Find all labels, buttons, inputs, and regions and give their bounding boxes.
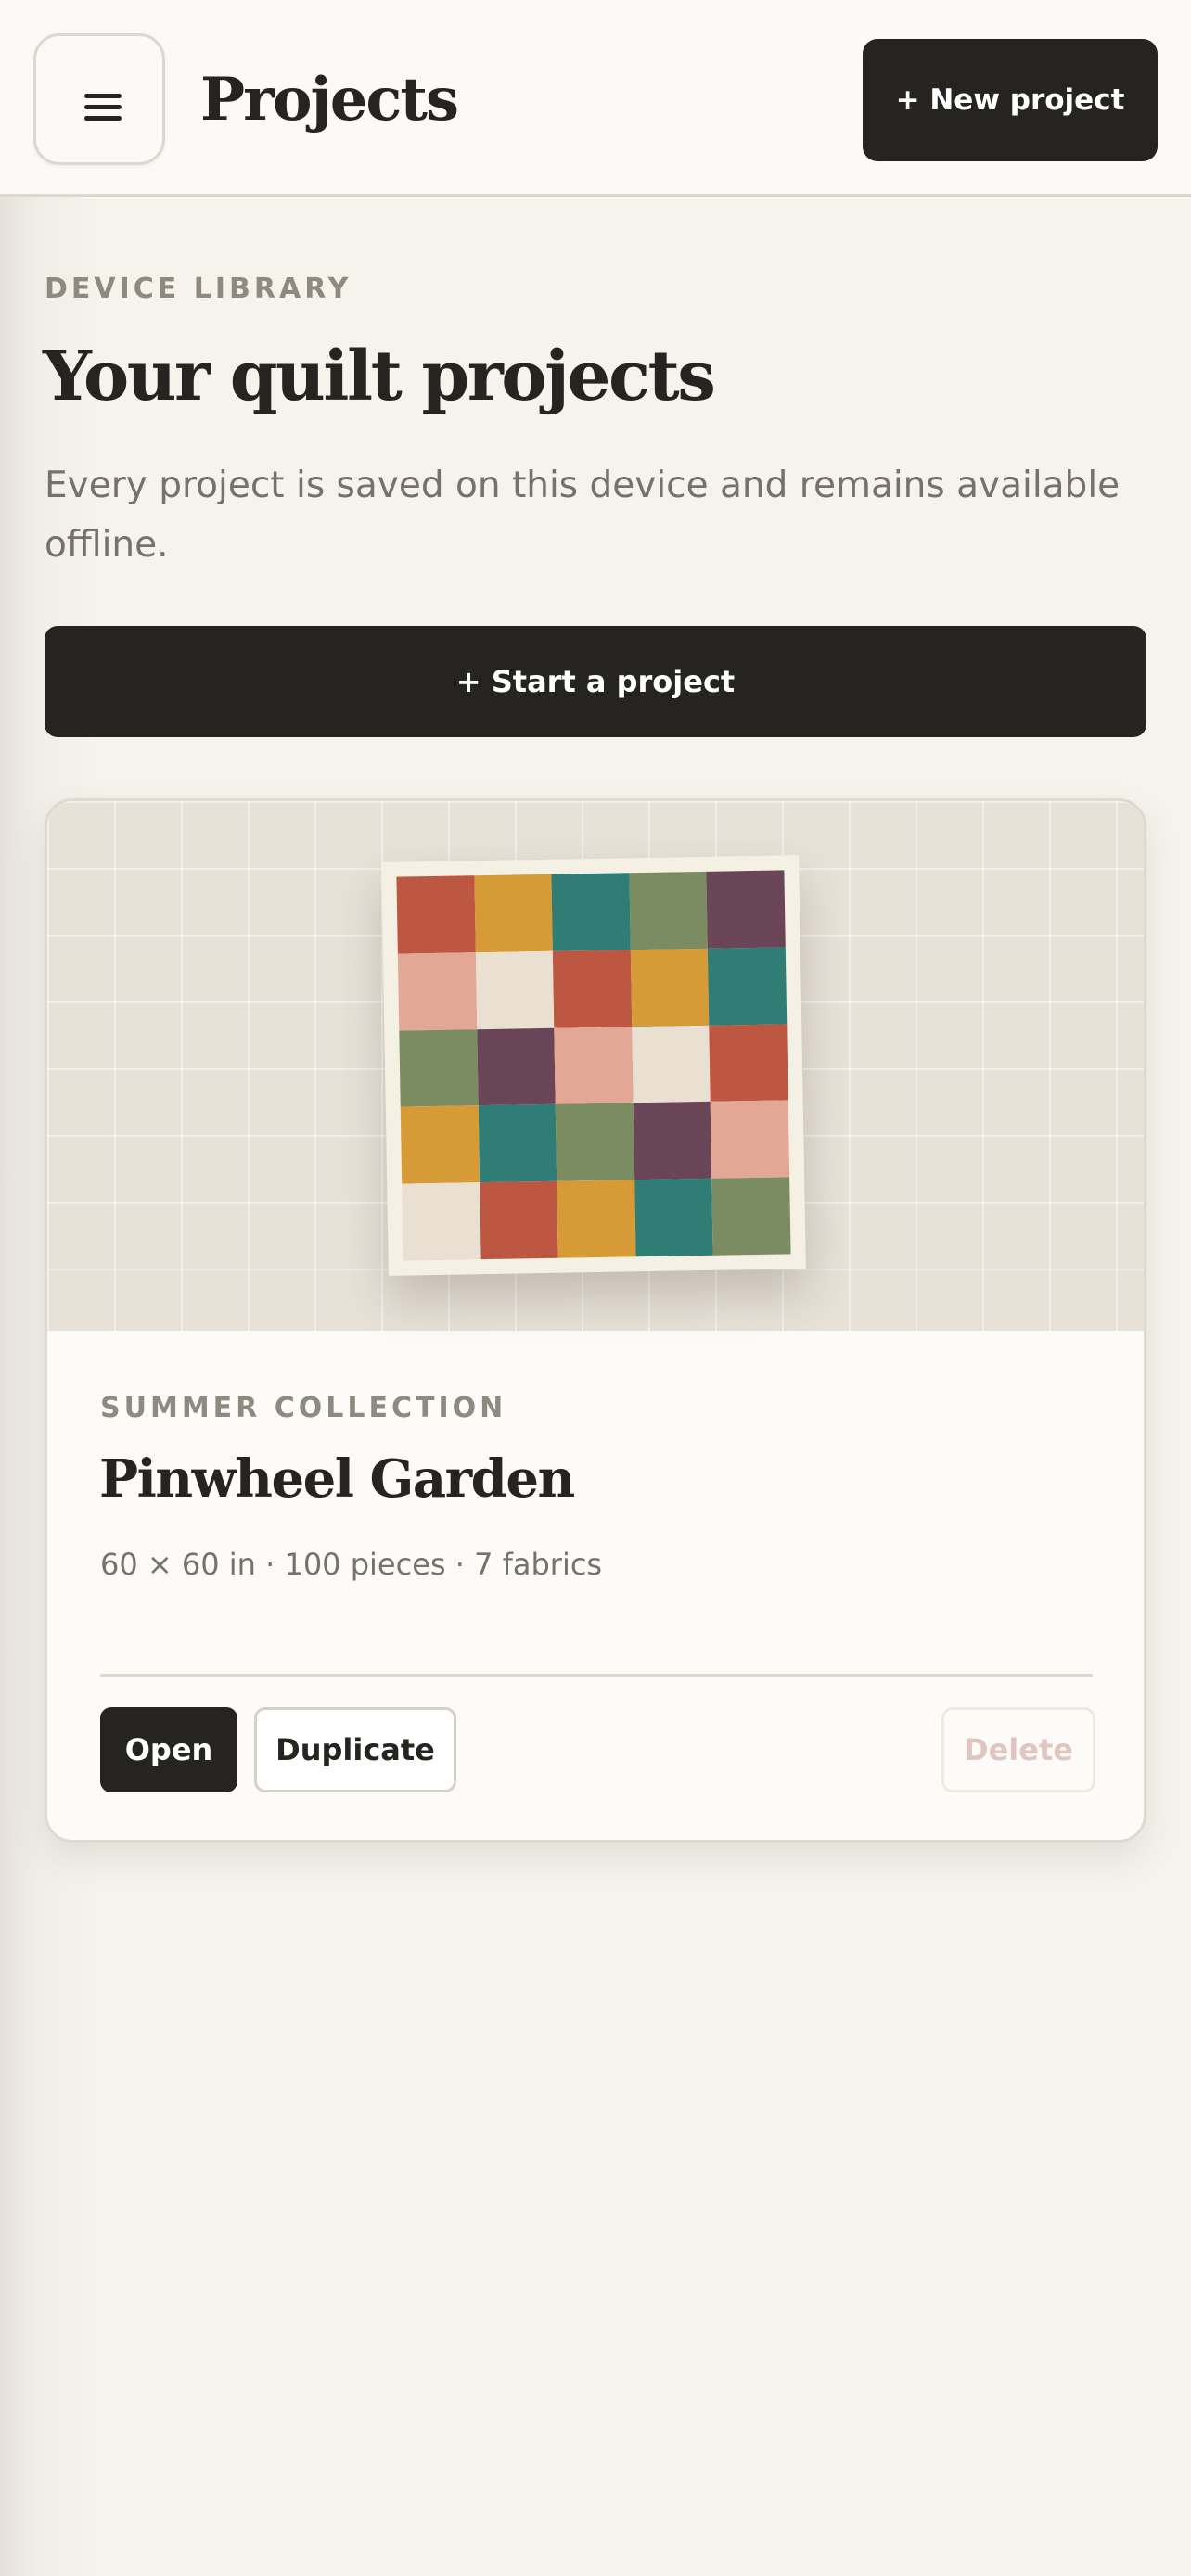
quilt-patch [475, 950, 555, 1029]
delete-button[interactable]: Delete [941, 1707, 1095, 1792]
quilt-patch [711, 1100, 790, 1179]
project-collection: SUMMER COLLECTION [100, 1392, 507, 1424]
start-project-button[interactable]: + Start a project [45, 626, 1146, 737]
quilt-patch [633, 1102, 712, 1180]
section-heading: Your quilt projects [43, 337, 716, 416]
menu-icon [84, 94, 122, 98]
project-name: Pinwheel Garden [99, 1448, 575, 1510]
duplicate-button[interactable]: Duplicate [254, 1707, 456, 1792]
card-divider [100, 1674, 1093, 1677]
quilt-patch [711, 1177, 791, 1256]
quilt-patch [396, 875, 476, 954]
quilt-preview [47, 801, 1144, 1331]
quilt-patch [554, 1026, 634, 1105]
project-meta: 60 × 60 in · 100 pieces · 7 fabrics [100, 1547, 603, 1582]
quilt-patch [476, 1027, 556, 1106]
menu-button[interactable] [33, 33, 165, 165]
menu-icon-bar [84, 105, 122, 109]
quilt-patch [479, 1180, 558, 1260]
open-button[interactable]: Open [100, 1707, 237, 1792]
quilt-thumbnail [381, 855, 806, 1276]
new-project-button[interactable]: + New project [863, 39, 1158, 161]
quilt-patch [706, 870, 786, 949]
quilt-patch [632, 1025, 711, 1103]
quilt-patch [557, 1180, 636, 1258]
quilt-patch [630, 948, 710, 1027]
project-card-body: SUMMER COLLECTION Pinwheel Garden 60 × 6… [47, 1331, 1144, 1840]
quilt-patch [474, 874, 554, 953]
quilt-patch [399, 1028, 479, 1108]
quilt-patch [551, 873, 631, 951]
section-eyebrow: DEVICE LIBRARY [45, 273, 352, 305]
quilt-patch [555, 1103, 634, 1181]
app-header: Projects + New project [0, 0, 1191, 197]
quilt-patch [709, 1023, 788, 1103]
quilt-patch [634, 1178, 713, 1257]
project-card: SUMMER COLLECTION Pinwheel Garden 60 × 6… [45, 798, 1146, 1843]
page-title: Projects [200, 65, 459, 134]
quilt-patch [402, 1182, 481, 1261]
menu-icon-bar [84, 116, 122, 121]
quilt-patch [397, 952, 477, 1031]
section-description: Every project is saved on this device an… [45, 465, 1121, 566]
quilt-patch [553, 950, 633, 1028]
quilt-patch [708, 947, 788, 1026]
quilt-patch [629, 871, 709, 950]
quilt-patch [478, 1104, 557, 1183]
quilt-patch [400, 1105, 480, 1184]
